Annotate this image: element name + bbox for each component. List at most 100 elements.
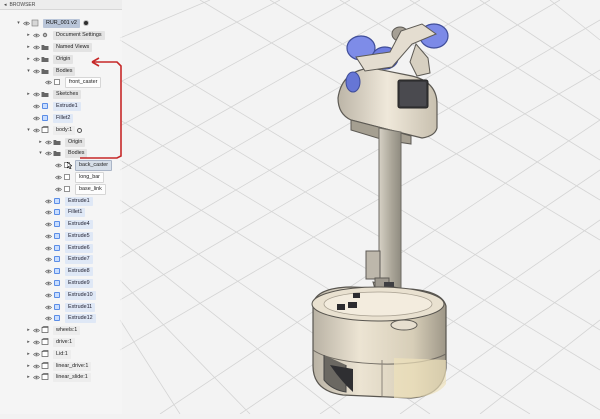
visibility-eye-icon[interactable] — [32, 54, 40, 64]
tree-item-extrude7[interactable]: Extrude7 — [37, 254, 93, 264]
tree-item-fillet2[interactable]: Fillet2 — [25, 113, 74, 123]
tree-item-label: Extrude1 — [53, 101, 81, 111]
expand-arrow-icon[interactable]: ▸ — [25, 361, 32, 371]
visibility-eye-icon[interactable] — [44, 137, 52, 147]
gear-icon — [40, 31, 49, 40]
visibility-eye-icon[interactable] — [44, 219, 52, 229]
panel-collapse-icon[interactable]: ◂ — [4, 2, 7, 8]
visibility-eye-icon[interactable] — [44, 313, 52, 323]
visibility-eye-icon[interactable] — [32, 125, 40, 135]
tree-item-origin2[interactable]: ▸ Origin — [37, 137, 86, 147]
expand-arrow-icon[interactable]: ▸ — [25, 42, 32, 52]
expand-arrow-icon[interactable]: ▸ — [25, 325, 32, 335]
tree-item-drive1[interactable]: ▸ drive:1 — [25, 337, 76, 347]
robot-base — [311, 286, 447, 399]
tree-item-base-link[interactable]: base_link — [47, 183, 106, 195]
tree-item-sketches[interactable]: ▸ Sketches — [25, 89, 82, 99]
visibility-eye-icon[interactable] — [44, 77, 52, 87]
visibility-eye-icon[interactable] — [32, 42, 40, 52]
tree-item-front-caster[interactable]: front_caster — [37, 76, 102, 88]
tree-item-long-bar[interactable]: long_bar — [47, 171, 104, 183]
visibility-eye-icon[interactable] — [44, 266, 52, 276]
visibility-eye-icon[interactable] — [32, 113, 40, 123]
expand-arrow-icon[interactable]: ▸ — [25, 337, 32, 347]
tree-item-extrude1b[interactable]: Extrude1 — [37, 196, 93, 206]
expand-arrow-icon[interactable]: ▸ — [25, 54, 32, 64]
tree-item-extrude9[interactable]: Extrude9 — [37, 278, 93, 288]
visibility-eye-icon[interactable] — [32, 66, 40, 76]
visibility-eye-icon[interactable] — [32, 30, 40, 40]
visibility-eye-icon[interactable] — [44, 196, 52, 206]
tree-item-extrude5[interactable]: Extrude5 — [37, 231, 93, 241]
tree-item-doc-settings[interactable]: ▸ Document Settings — [25, 30, 105, 40]
tree-item-origin[interactable]: ▸ Origin — [25, 54, 74, 64]
visibility-eye-icon[interactable] — [32, 337, 40, 347]
visibility-eye-icon[interactable] — [32, 372, 40, 382]
visibility-eye-icon[interactable] — [54, 160, 62, 170]
tree-item-bodies2[interactable]: ▾ Bodies — [37, 148, 88, 158]
collapse-arrow-icon[interactable]: ▾ — [25, 125, 32, 135]
visibility-eye-icon[interactable] — [32, 325, 40, 335]
tree-item-label: wheels:1 — [53, 325, 81, 335]
visibility-eye-icon[interactable] — [32, 89, 40, 99]
tree-item-fillet1[interactable]: Fillet1 — [37, 207, 86, 217]
tree-item-label: Extrude4 — [65, 219, 93, 229]
feature-icon — [52, 279, 61, 288]
collapse-arrow-icon[interactable]: ▾ — [15, 18, 22, 28]
tree-item-label: Extrude11 — [65, 302, 96, 312]
visibility-eye-icon[interactable] — [32, 101, 40, 111]
tree-item-extrude11[interactable]: Extrude11 — [37, 302, 96, 312]
tree-item-label: Sketches — [53, 89, 82, 99]
tree-item-label: Extrude5 — [65, 231, 93, 241]
component-icon — [40, 362, 49, 371]
tree-item-body1[interactable]: ▾ body:1 — [25, 125, 83, 135]
visibility-eye-icon[interactable] — [54, 184, 62, 194]
visibility-eye-icon[interactable] — [44, 148, 52, 158]
tree-item-wheels1[interactable]: ▸ wheels:1 — [25, 325, 81, 335]
tree-item-back-caster[interactable]: back_caster — [47, 159, 113, 171]
visibility-eye-icon[interactable] — [32, 349, 40, 359]
tree-item-lid1[interactable]: ▸ Lid:1 — [25, 349, 71, 359]
tree-item-label: Bodies — [53, 66, 76, 76]
visibility-eye-icon[interactable] — [44, 254, 52, 264]
tree-item-extrude4[interactable]: Extrude4 — [37, 219, 93, 229]
active-status-icon[interactable] — [83, 21, 88, 25]
visibility-eye-icon[interactable] — [44, 290, 52, 300]
collapse-arrow-icon[interactable]: ▾ — [37, 148, 44, 158]
visibility-eye-icon[interactable] — [54, 172, 62, 182]
body-icon — [52, 78, 61, 87]
expand-arrow-icon[interactable]: ▸ — [37, 137, 44, 147]
tree-item-bodies[interactable]: ▾ Bodies — [25, 66, 76, 76]
folder-icon — [40, 55, 49, 64]
tree-item-named-views[interactable]: ▸ Named Views — [25, 42, 93, 52]
tree-item-extrude8[interactable]: Extrude8 — [37, 266, 93, 276]
visibility-eye-icon[interactable] — [44, 231, 52, 241]
tree-item-linear-slide1[interactable]: ▸ linear_slide:1 — [25, 372, 91, 382]
collapse-arrow-icon[interactable]: ▾ — [25, 66, 32, 76]
tree-item-extrude1[interactable]: Extrude1 — [25, 101, 81, 111]
visibility-eye-icon[interactable] — [44, 207, 52, 217]
tree-item-root[interactable]: ▾ RUR_001 v2 — [15, 18, 88, 28]
expand-arrow-icon[interactable]: ▸ — [25, 30, 32, 40]
expand-arrow-icon[interactable]: ▸ — [25, 372, 32, 382]
tree-item-extrude12[interactable]: Extrude12 — [37, 313, 96, 323]
tree-item-linear-drive1[interactable]: ▸ linear_drive:1 — [25, 361, 92, 371]
visibility-eye-icon[interactable] — [44, 278, 52, 288]
expand-arrow-icon[interactable]: ▸ — [25, 349, 32, 359]
root-icon — [30, 19, 39, 28]
tree-item-extrude10[interactable]: Extrude10 — [37, 290, 96, 300]
feature-icon — [52, 255, 61, 264]
expand-arrow-icon[interactable]: ▸ — [25, 89, 32, 99]
tree-item-label: back_caster — [75, 159, 113, 171]
visibility-eye-icon[interactable] — [22, 18, 30, 28]
activate-target-icon[interactable] — [77, 127, 83, 133]
tree-item-extrude6[interactable]: Extrude6 — [37, 243, 93, 253]
visibility-eye-icon[interactable] — [44, 243, 52, 253]
visibility-eye-icon[interactable] — [44, 302, 52, 312]
visibility-eye-icon[interactable] — [32, 361, 40, 371]
